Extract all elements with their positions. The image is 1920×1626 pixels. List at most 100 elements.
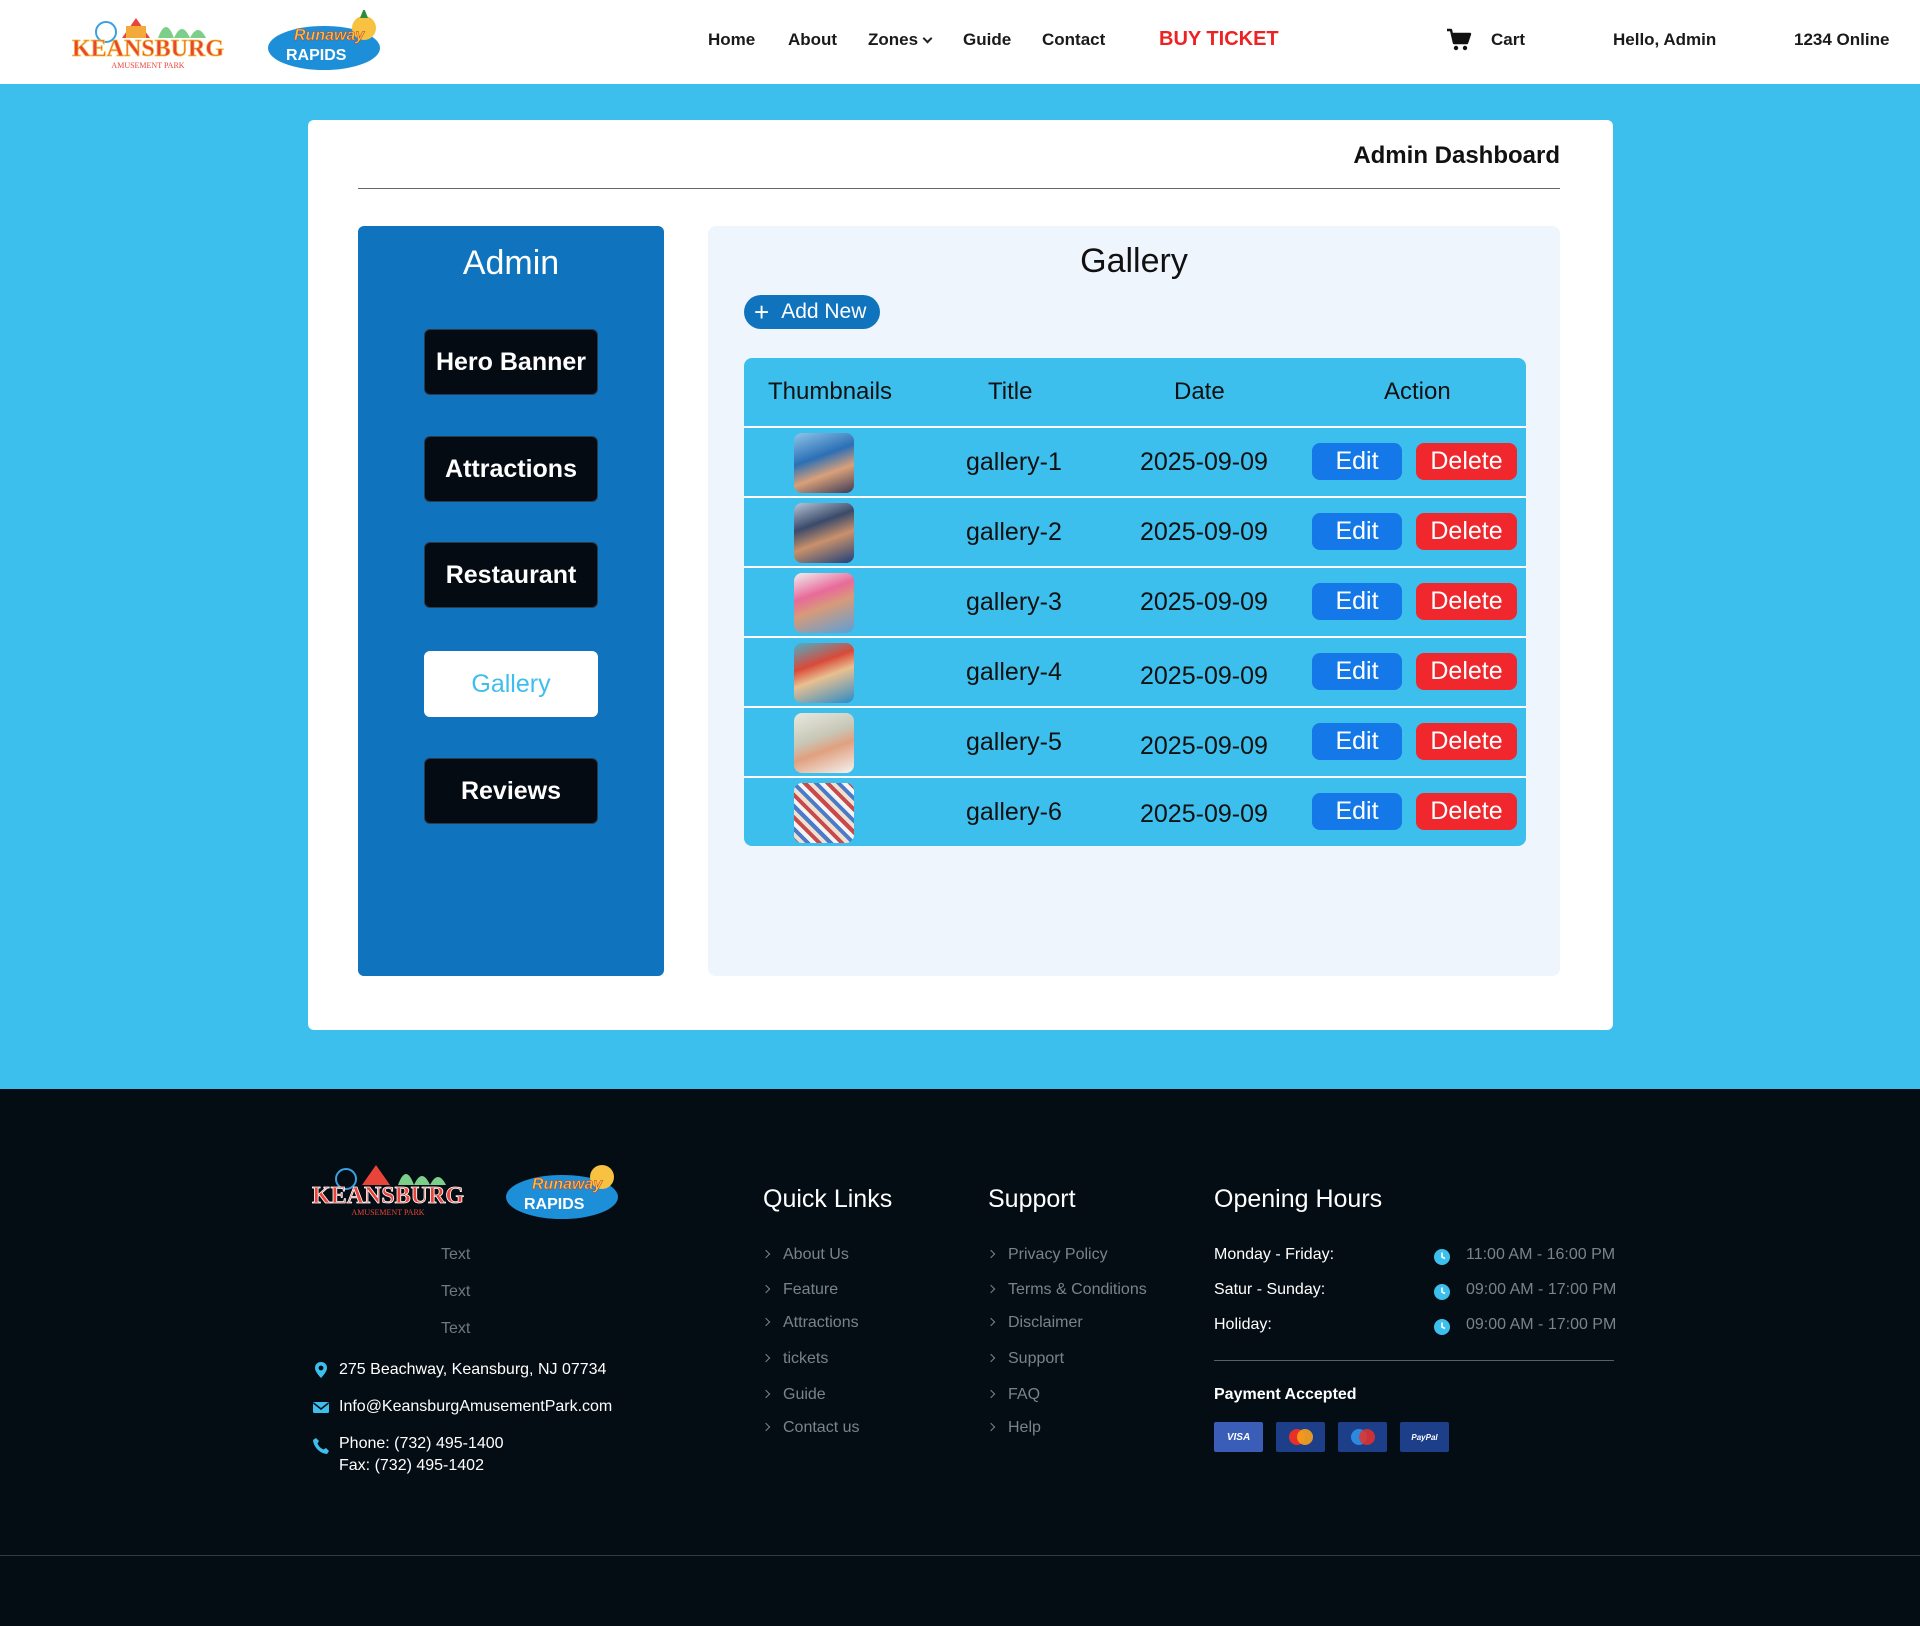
delete-button[interactable]: Delete — [1416, 723, 1517, 760]
footer-link-about-us[interactable]: About Us — [761, 1246, 849, 1264]
table-row: gallery-2 2025-09-09 Edit Delete — [744, 496, 1526, 566]
page-title: Admin Dashboard — [1353, 142, 1560, 169]
edit-button[interactable]: Edit — [1312, 723, 1402, 760]
hours-time: 09:00 AM - 17:00 PM — [1466, 1316, 1617, 1333]
edit-button[interactable]: Edit — [1312, 583, 1402, 620]
edit-button[interactable]: Edit — [1312, 443, 1402, 480]
hours-day: Holiday: — [1214, 1316, 1272, 1333]
column-header-title: Title — [988, 378, 1033, 405]
delete-button[interactable]: Delete — [1416, 513, 1517, 550]
cart-link[interactable]: Cart — [1491, 30, 1525, 50]
link-label: tickets — [783, 1350, 829, 1367]
section-title: Gallery — [1080, 242, 1188, 280]
table-row: gallery-3 2025-09-09 Edit Delete — [744, 566, 1526, 636]
link-label: Feature — [783, 1281, 839, 1298]
chevron-down-icon — [922, 33, 933, 44]
add-new-button[interactable]: + Add New — [744, 295, 880, 329]
nav-guide-link[interactable]: Guide — [963, 30, 1011, 50]
svg-text:Runaway: Runaway — [294, 27, 365, 44]
thumbnail-image[interactable] — [794, 573, 854, 633]
link-label: About Us — [783, 1246, 849, 1263]
chevron-right-icon — [986, 1284, 996, 1294]
table-row: gallery-5 2025-09-09 Edit Delete — [744, 706, 1526, 776]
site-footer: KEANSBURG AMUSEMENT PARK Runaway RAPIDS … — [0, 1089, 1920, 1626]
email-text: Info@KeansburgAmusementPark.com — [339, 1398, 613, 1415]
row-date: 2025-09-09 — [1140, 800, 1268, 828]
footer-link-privacy-policy[interactable]: Privacy Policy — [986, 1246, 1108, 1264]
chevron-right-icon — [761, 1317, 771, 1327]
edit-button[interactable]: Edit — [1312, 513, 1402, 550]
runaway-rapids-logo[interactable]: Runaway RAPIDS — [264, 10, 390, 74]
sidebar-item-hero-banner[interactable]: Hero Banner — [424, 329, 598, 395]
sidebar-item-restaurant[interactable]: Restaurant — [424, 542, 598, 608]
footer-runaway-rapids-logo[interactable]: Runaway RAPIDS — [502, 1159, 628, 1223]
nav-about-link[interactable]: About — [788, 30, 837, 50]
row-title: gallery-5 — [966, 728, 1062, 756]
footer-text-3: Text — [441, 1320, 471, 1337]
table-header: Thumbnails Title Date Action — [744, 358, 1526, 426]
edit-button[interactable]: Edit — [1312, 653, 1402, 690]
nav-zones-dropdown[interactable]: Zones — [868, 30, 933, 50]
quick-links-heading: Quick Links — [763, 1185, 893, 1213]
link-label: Attractions — [783, 1314, 859, 1331]
sidebar-item-attractions[interactable]: Attractions — [424, 436, 598, 502]
maestro-circles-icon — [1350, 1429, 1375, 1445]
chevron-right-icon — [761, 1353, 771, 1363]
support-heading: Support — [988, 1185, 1076, 1213]
footer-text-2: Text — [441, 1283, 471, 1300]
phone-icon — [313, 1438, 329, 1454]
cart-icon[interactable] — [1446, 28, 1472, 52]
sidebar-item-gallery[interactable]: Gallery — [424, 651, 598, 717]
sidebar-item-reviews[interactable]: Reviews — [424, 758, 598, 824]
user-greeting[interactable]: Hello, Admin — [1613, 30, 1716, 50]
svg-text:Runaway: Runaway — [532, 1176, 603, 1193]
footer-link-attractions[interactable]: Attractions — [761, 1314, 859, 1332]
visa-card-icon: VISA — [1214, 1422, 1263, 1452]
link-label: Support — [1008, 1350, 1065, 1367]
thumbnail-image[interactable] — [794, 503, 854, 563]
chevron-right-icon — [986, 1317, 996, 1327]
row-date: 2025-09-09 — [1140, 662, 1268, 690]
footer-link-tickets[interactable]: tickets — [761, 1350, 829, 1368]
row-title: gallery-2 — [966, 518, 1062, 546]
thumbnail-image[interactable] — [794, 433, 854, 493]
thumbnail-image[interactable] — [794, 713, 854, 773]
row-title: gallery-4 — [966, 658, 1062, 686]
footer-link-feature[interactable]: Feature — [761, 1281, 839, 1299]
mastercard-icon — [1276, 1422, 1325, 1452]
footer-link-help[interactable]: Help — [986, 1419, 1041, 1437]
footer-link-contact-us[interactable]: Contact us — [761, 1419, 859, 1437]
footer-link-faq[interactable]: FAQ — [986, 1386, 1040, 1404]
chevron-right-icon — [761, 1284, 771, 1294]
footer-link-support[interactable]: Support — [986, 1350, 1065, 1368]
nav-home-link[interactable]: Home — [708, 30, 755, 50]
chevron-right-icon — [986, 1422, 996, 1432]
online-count: 1234 Online — [1794, 30, 1890, 49]
delete-button[interactable]: Delete — [1416, 653, 1517, 690]
thumbnail-image[interactable] — [794, 783, 854, 843]
delete-button[interactable]: Delete — [1416, 583, 1517, 620]
delete-button[interactable]: Delete — [1416, 443, 1517, 480]
column-header-action: Action — [1384, 378, 1451, 405]
chevron-right-icon — [986, 1389, 996, 1399]
delete-button[interactable]: Delete — [1416, 793, 1517, 830]
buy-ticket-button[interactable]: BUY TICKET — [1159, 28, 1279, 51]
gallery-table: Thumbnails Title Date Action gallery-1 2… — [744, 358, 1526, 846]
footer-bottom-divider — [0, 1555, 1920, 1556]
add-new-label: Add New — [781, 300, 867, 323]
clock-icon — [1434, 1284, 1450, 1300]
footer-link-disclaimer[interactable]: Disclaimer — [986, 1314, 1083, 1332]
footer-link-terms[interactable]: Terms & Conditions — [986, 1281, 1147, 1299]
hours-divider — [1214, 1360, 1614, 1361]
nav-contact-link[interactable]: Contact — [1042, 30, 1105, 50]
keansburg-logo[interactable]: KEANSBURG AMUSEMENT PARK — [66, 10, 230, 74]
edit-button[interactable]: Edit — [1312, 793, 1402, 830]
gallery-panel: Gallery + Add New Thumbnails Title Date … — [708, 226, 1560, 976]
plus-icon: + — [754, 297, 770, 327]
thumbnail-image[interactable] — [794, 643, 854, 703]
footer-link-guide[interactable]: Guide — [761, 1386, 826, 1404]
footer-keansburg-logo[interactable]: KEANSBURG AMUSEMENT PARK — [306, 1159, 470, 1223]
row-date: 2025-09-09 — [1140, 732, 1268, 760]
row-date: 2025-09-09 — [1140, 448, 1268, 476]
maestro-card-icon — [1338, 1422, 1387, 1452]
